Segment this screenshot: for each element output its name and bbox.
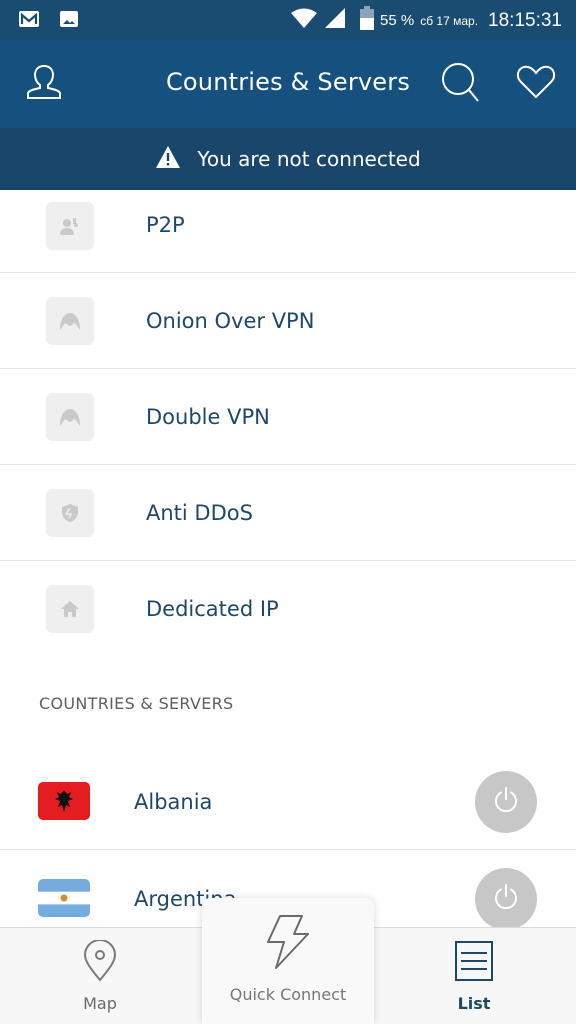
nav-list[interactable]: List xyxy=(404,928,544,1024)
power-icon xyxy=(492,786,520,819)
gallery-icon xyxy=(58,9,80,29)
connection-status-banner: You are not connected xyxy=(0,128,576,190)
gmail-icon xyxy=(18,9,40,29)
list-item-p2p[interactable]: P2P xyxy=(0,190,576,273)
warning-icon xyxy=(155,145,181,174)
page-title: Countries & Servers xyxy=(165,68,411,96)
lightning-icon xyxy=(262,914,312,975)
status-bar: 55 % сб 17 мар. 18:15:31 xyxy=(0,0,576,40)
search-button[interactable] xyxy=(438,62,482,106)
specialty-server-list: P2P Onion Over VPN Double VPN Anti DDoS … xyxy=(0,190,576,657)
country-name: Albania xyxy=(134,790,213,814)
nav-map-label: Map xyxy=(83,994,117,1013)
quick-connect-button[interactable]: Quick Connect xyxy=(202,898,374,1024)
battery-percent: 55 % xyxy=(380,12,415,29)
list-icon xyxy=(454,940,494,987)
connect-button[interactable] xyxy=(475,868,537,930)
heart-icon xyxy=(516,64,556,105)
section-header: COUNTRIES & SERVERS xyxy=(39,694,234,713)
status-time: 18:15:31 xyxy=(488,9,562,31)
wifi-icon xyxy=(290,7,318,34)
double-vpn-icon xyxy=(46,393,94,441)
power-icon xyxy=(492,883,520,916)
p2p-icon xyxy=(46,202,94,250)
list-item-label: Onion Over VPN xyxy=(146,309,315,333)
onion-icon xyxy=(46,297,94,345)
list-item-label: Double VPN xyxy=(146,405,270,429)
country-item-albania[interactable]: Albania xyxy=(0,754,576,850)
connection-status-text: You are not connected xyxy=(197,147,421,171)
shield-icon xyxy=(46,489,94,537)
search-icon xyxy=(440,61,480,108)
list-item-label: Anti DDoS xyxy=(146,501,253,525)
battery-icon xyxy=(360,6,374,35)
list-item-anti-ddos[interactable]: Anti DDoS xyxy=(0,465,576,561)
connect-button[interactable] xyxy=(475,771,537,833)
list-item-onion-over-vpn[interactable]: Onion Over VPN xyxy=(0,273,576,369)
list-item-label: P2P xyxy=(146,213,185,237)
list-item-double-vpn[interactable]: Double VPN xyxy=(0,369,576,465)
status-date: сб 17 мар. xyxy=(420,13,479,28)
albania-flag xyxy=(38,782,90,820)
quick-connect-label: Quick Connect xyxy=(229,985,347,1004)
list-item-label: Dedicated IP xyxy=(146,597,279,621)
list-item-dedicated-ip[interactable]: Dedicated IP xyxy=(0,561,576,657)
favorites-button[interactable] xyxy=(514,62,558,106)
argentina-flag xyxy=(38,879,90,917)
nav-list-label: List xyxy=(457,994,491,1013)
map-pin-icon xyxy=(82,939,118,989)
app-bar: Countries & Servers xyxy=(0,40,576,128)
signal-icon xyxy=(324,7,346,34)
nav-map[interactable]: Map xyxy=(30,928,170,1024)
home-icon xyxy=(46,585,94,633)
